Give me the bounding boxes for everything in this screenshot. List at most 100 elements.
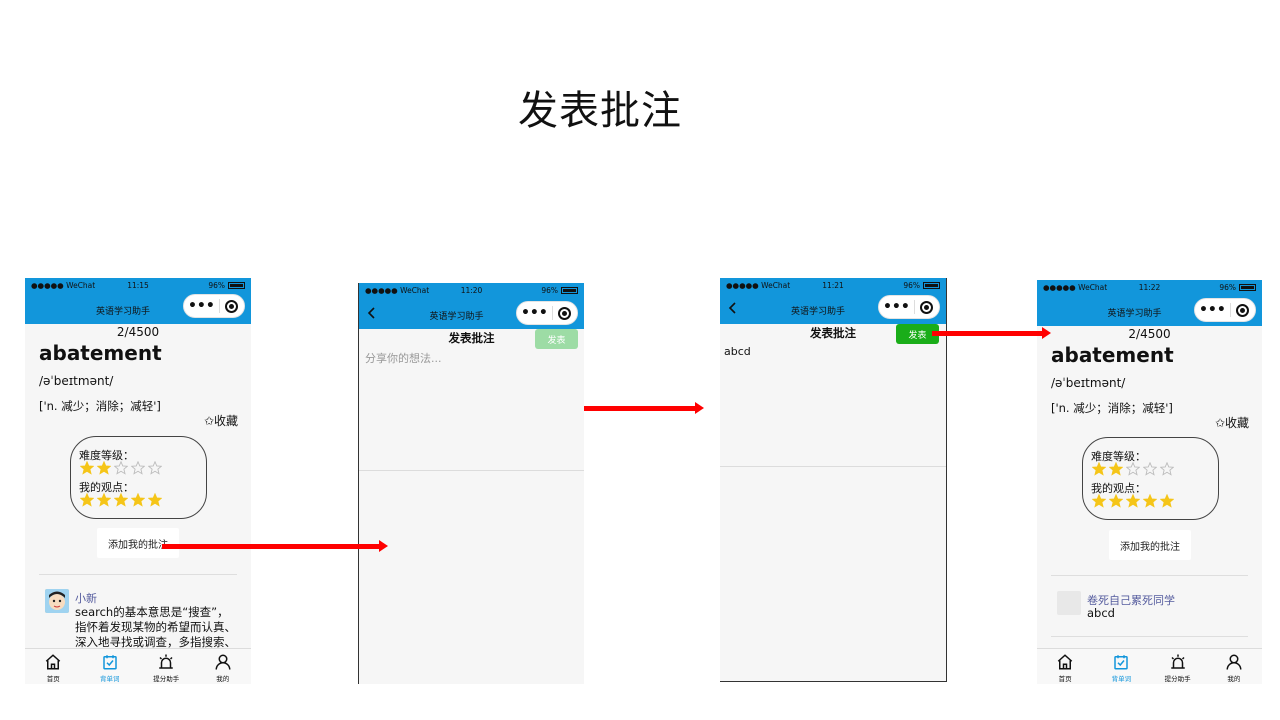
status-bar: ●●●●● WeChat 11:22 96%: [1037, 280, 1262, 296]
battery-icon: [923, 282, 940, 289]
mini-program-capsule: •••: [878, 295, 940, 319]
opinion-stars[interactable]: [80, 493, 162, 507]
user-icon: [1226, 654, 1242, 670]
note-textarea[interactable]: 分享你的想法...: [365, 350, 442, 366]
tab-score-helper[interactable]: 提分助手: [1150, 649, 1206, 684]
close-miniprogram-icon[interactable]: [920, 300, 934, 314]
star-empty-icon[interactable]: [148, 461, 162, 475]
star-filled-icon[interactable]: [1109, 494, 1123, 508]
favorite-button[interactable]: ✩收藏: [204, 412, 238, 429]
nav-bar: ●●●●● WeChat 11:22 96% 英语学习助手 •••: [1037, 280, 1262, 326]
tab-label: 首页: [46, 675, 60, 683]
tab-home[interactable]: 首页: [25, 649, 82, 684]
note-textarea[interactable]: abcd: [724, 345, 751, 358]
word-counter: 2/4500: [116, 325, 160, 339]
opinion-stars[interactable]: [1092, 494, 1174, 508]
star-filled-icon[interactable]: [80, 461, 94, 475]
phone-screen-publish-filled: ●●●●● WeChat 11:21 96% 英语学习助手 ••• 发表批注 发…: [720, 278, 947, 682]
star-empty-icon[interactable]: [131, 461, 145, 475]
status-bar: ●●●●● WeChat 11:21 96%: [720, 278, 946, 294]
home-icon: [46, 654, 61, 670]
word-title: abatement: [39, 341, 162, 365]
star-empty-icon[interactable]: [1143, 462, 1157, 476]
avatar: [1057, 591, 1081, 615]
star-filled-icon[interactable]: [1126, 494, 1140, 508]
star-filled-icon[interactable]: [1160, 494, 1174, 508]
word-meaning: ['n. 减少；消除；减轻']: [39, 399, 161, 413]
flow-arrow-3: [932, 327, 1051, 339]
tab-label: 提分助手: [153, 675, 180, 683]
phone-screen-word-detail: ●●●●● WeChat 11:15 96% 英语学习助手 ••• 2/4500…: [25, 278, 251, 684]
publish-button[interactable]: 发表: [535, 329, 578, 349]
battery-icon: [1239, 284, 1256, 291]
tab-bar: 首页 背单词 提分助手 我的: [25, 648, 251, 684]
more-icon[interactable]: •••: [1195, 303, 1230, 317]
word-phonetic: /əˈbeɪtmənt/: [1051, 376, 1126, 390]
back-icon[interactable]: [367, 307, 376, 319]
divider: [720, 466, 946, 467]
nav-bar: ●●●●● WeChat 11:20 96% 英语学习助手 •••: [359, 283, 584, 329]
divider: [1051, 575, 1248, 576]
star-filled-icon[interactable]: [80, 493, 94, 507]
flow-arrow-2: [584, 402, 704, 414]
word-phonetic: /əˈbeɪtmənt/: [39, 374, 114, 388]
tab-vocabulary[interactable]: 背单词: [1093, 649, 1149, 684]
add-note-button[interactable]: 添加我的批注: [1109, 530, 1191, 560]
nav-bar: ●●●●● WeChat 11:15 96% 英语学习助手 •••: [25, 278, 251, 324]
tab-home[interactable]: 首页: [1037, 649, 1093, 684]
alarm-icon: [1170, 654, 1185, 669]
tab-profile[interactable]: 我的: [195, 649, 252, 684]
avatar: [45, 589, 69, 613]
more-icon[interactable]: •••: [879, 300, 914, 314]
battery-label: 96%: [903, 281, 920, 290]
nav-bar: ●●●●● WeChat 11:21 96% 英语学习助手 •••: [720, 278, 946, 324]
close-miniprogram-icon[interactable]: [558, 306, 572, 320]
favorite-button[interactable]: ✩收藏: [1215, 414, 1249, 431]
star-filled-icon[interactable]: [97, 493, 111, 507]
star-filled-icon[interactable]: [1109, 462, 1123, 476]
close-miniprogram-icon[interactable]: [225, 299, 239, 313]
word-meaning: ['n. 减少；消除；减轻']: [1051, 401, 1173, 415]
more-icon[interactable]: •••: [184, 299, 219, 313]
divider: [359, 470, 584, 471]
tab-vocabulary[interactable]: 背单词: [82, 649, 139, 684]
back-icon[interactable]: [728, 302, 737, 314]
star-filled-icon[interactable]: [114, 493, 128, 507]
star-filled-icon[interactable]: [97, 461, 111, 475]
star-empty-icon[interactable]: [1160, 462, 1174, 476]
slide-title: 发表批注: [518, 88, 682, 134]
rating-box: 难度等级： 我的观点：: [70, 436, 207, 519]
flow-arrow-1: [162, 540, 388, 552]
difficulty-stars[interactable]: [80, 461, 162, 475]
tab-profile[interactable]: 我的: [1206, 649, 1262, 684]
comment-text: search的基本意思是“搜查”， 指怀着发现某物的希望而认真、 深入地寻找或调…: [75, 605, 236, 650]
star-filled-icon[interactable]: [1092, 494, 1106, 508]
difficulty-stars[interactable]: [1092, 462, 1174, 476]
more-icon[interactable]: •••: [517, 306, 552, 320]
nav-title: 英语学习助手: [95, 307, 150, 317]
comment-text: abcd: [1087, 606, 1115, 620]
tab-label: 首页: [1058, 675, 1072, 683]
rating-box: 难度等级： 我的观点：: [1082, 437, 1219, 520]
comment-line: 指怀着发现某物的希望而认真、: [75, 620, 236, 634]
star-filled-icon[interactable]: [131, 493, 145, 507]
word-title: abatement: [1051, 343, 1174, 367]
star-filled-icon[interactable]: [1092, 462, 1106, 476]
star-empty-icon[interactable]: [1126, 462, 1140, 476]
close-miniprogram-icon[interactable]: [1236, 303, 1250, 317]
comment-username: 小新: [75, 592, 97, 605]
alarm-icon: [159, 654, 173, 669]
add-note-button[interactable]: 添加我的批注: [97, 528, 179, 558]
phone-screen-publish-empty: ●●●●● WeChat 11:20 96% 英语学习助手 ••• 发表批注 发…: [358, 283, 584, 684]
word-counter: 2/4500: [1128, 327, 1171, 341]
tab-label: 提分助手: [1164, 675, 1191, 683]
battery-label: 96%: [208, 281, 225, 290]
battery-icon: [561, 287, 578, 294]
star-filled-icon[interactable]: [1143, 494, 1157, 508]
star-empty-icon[interactable]: [114, 461, 128, 475]
tab-score-helper[interactable]: 提分助手: [138, 649, 195, 684]
tab-label: 我的: [216, 675, 230, 683]
user-icon: [215, 654, 231, 670]
star-filled-icon[interactable]: [148, 493, 162, 507]
status-bar: ●●●●● WeChat 11:15 96%: [25, 278, 251, 294]
